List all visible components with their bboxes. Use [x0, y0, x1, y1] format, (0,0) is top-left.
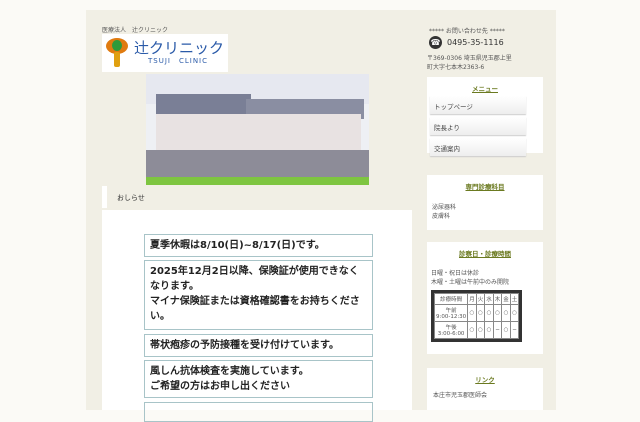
- corp-name: 医療法人 辻クリニック: [102, 27, 169, 34]
- department-item: 皮膚科: [432, 213, 451, 220]
- notice-heading: おしらせ: [102, 186, 412, 208]
- address: 〒369-0306 埼玉県児玉郡上里町大字七本木2363-6: [427, 55, 512, 71]
- phone-icon: ☎: [429, 36, 442, 49]
- clinic-logo[interactable]: 辻クリニック TSUJI CLINIC: [102, 34, 228, 72]
- hours-title: 診察日・診療時間: [459, 250, 511, 258]
- page: 医療法人 辻クリニック 辻クリニック TSUJI CLINIC おしらせ 夏季休…: [86, 10, 556, 422]
- hours-note: 日曜・祝日は休診: [431, 270, 480, 277]
- clinic-photo: [146, 74, 369, 185]
- menu-item-top[interactable]: トップページ: [430, 96, 526, 114]
- links-title: リンク: [475, 376, 495, 384]
- schedule-table: 診療時間月火水木金土 午前 9:00-12:30 ○ ○ ○ ○ ○ ○ 午後 3:00-6:0…: [431, 290, 523, 342]
- departments-title: 専門診療科目: [465, 183, 505, 191]
- logo-mark-icon: [106, 38, 128, 68]
- notice-item: 風しん抗体検査を実施しています。 ご希望の方はお申し出ください: [144, 360, 373, 398]
- menu-item-access[interactable]: 交通案内: [430, 138, 526, 156]
- logo-text-en: TSUJI CLINIC: [148, 56, 209, 65]
- departments-box: 専門診療科目 泌尿器科 皮膚科: [427, 175, 543, 230]
- notice-item: 2025年12月2日以降、保険証が使用できなくなります。 マイナ保険証または資格確…: [144, 260, 373, 330]
- phone-number[interactable]: 0495-35-1116: [447, 38, 504, 47]
- menu-box: メニュー トップページ 院長より 交通案内: [427, 77, 543, 156]
- contact-label: ***** お問い合わせ先 *****: [429, 28, 505, 35]
- notice-item: [144, 402, 373, 422]
- logo-text: 辻クリニック: [134, 38, 225, 57]
- notice-panel: 夏季休暇は8/10(日)~8/17(日)です。 2025年12月2日以降、保険証…: [102, 210, 412, 422]
- menu-item-director[interactable]: 院長より: [430, 117, 526, 135]
- links-box: リンク 本庄市児玉郡医師会: [427, 368, 543, 410]
- notice-item: 夏季休暇は8/10(日)~8/17(日)です。: [144, 234, 373, 257]
- link-item[interactable]: 本庄市児玉郡医師会: [433, 390, 543, 399]
- department-item: 泌尿器科: [432, 204, 457, 211]
- hours-box: 診察日・診療時間 日曜・祝日は休診 木曜・土曜は午前中のみ開院 診療時間月火水木…: [427, 242, 543, 354]
- hours-note: 木曜・土曜は午前中のみ開院: [431, 279, 510, 286]
- notice-item: 帯状疱疹の予防接種を受け付けています。: [144, 334, 373, 357]
- menu-title: メニュー: [472, 85, 498, 93]
